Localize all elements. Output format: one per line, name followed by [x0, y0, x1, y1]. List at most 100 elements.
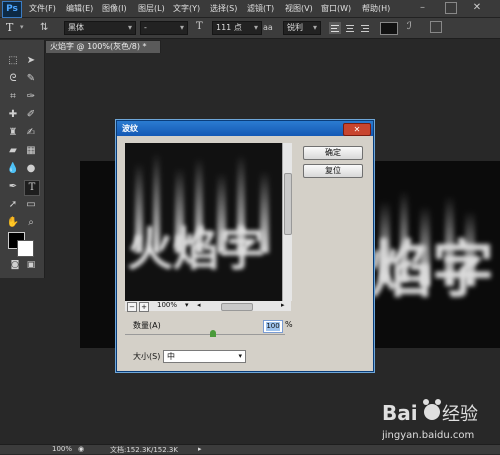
hand-tool-icon[interactable]: ✋ — [6, 216, 20, 230]
lasso-tool-icon[interactable]: ᘓ — [6, 72, 20, 86]
move-tool-icon[interactable]: ➤ — [24, 54, 38, 68]
chevron-down-icon: ▾ — [179, 23, 184, 32]
menu-filter[interactable]: 滤镜(T) — [247, 3, 274, 14]
svg-text:Bai: Bai — [382, 401, 418, 425]
preview-text: 火焰字 — [127, 222, 265, 276]
font-size-field[interactable]: 111 点 ▾ — [212, 21, 262, 35]
menu-layer[interactable]: 图层(L) — [138, 3, 165, 14]
app-logo: Ps — [2, 1, 22, 18]
zoom-value[interactable]: 100% — [157, 301, 177, 309]
gradient-tool-icon[interactable]: ▦ — [24, 144, 38, 158]
scroll-left-icon[interactable]: ◂ — [197, 301, 201, 309]
scrollbar-thumb[interactable] — [284, 173, 292, 235]
ok-button[interactable]: 确定 — [303, 146, 363, 160]
crop-tool-icon[interactable]: ⌗ — [6, 90, 20, 104]
chevron-down-icon[interactable]: ▾ — [185, 301, 189, 309]
menu-edit[interactable]: 编辑(E) — [66, 3, 93, 14]
ripple-dialog: 波纹 ✕ 火焰字 − + 100% ▾ ◂ ▸ 确定 复位 数量(A) 100 … — [116, 120, 374, 372]
eraser-tool-icon[interactable]: ▰ — [6, 144, 20, 158]
antialias-select[interactable]: 锐利 ▾ — [283, 21, 321, 35]
menu-help[interactable]: 帮助(H) — [362, 3, 390, 14]
text-tool-icon[interactable]: T — [6, 21, 13, 34]
marquee-tool-icon[interactable]: ⬚ — [6, 54, 20, 68]
dodge-tool-icon[interactable]: ● — [24, 162, 38, 176]
status-info-icon[interactable]: ◉ — [78, 445, 84, 453]
amount-slider-thumb[interactable] — [210, 330, 216, 337]
background-color-swatch[interactable] — [17, 240, 34, 257]
orientation-icon[interactable]: ⇅ — [40, 22, 48, 33]
menu-type[interactable]: 文字(Y) — [173, 3, 200, 14]
stamp-tool-icon[interactable]: ♜ — [6, 126, 20, 140]
canvas-text: 焰字 — [370, 233, 494, 306]
preview-vertical-scrollbar[interactable] — [282, 143, 292, 301]
status-zoom[interactable]: 100% — [52, 445, 72, 453]
font-style-value: - — [144, 23, 147, 32]
font-family-value: 黑体 — [68, 23, 84, 32]
healing-tool-icon[interactable]: ✚ — [6, 108, 20, 122]
font-style-select[interactable]: - ▾ — [140, 21, 188, 35]
horizontal-scroll-thumb[interactable] — [221, 303, 253, 311]
amount-label: 数量(A) — [133, 321, 161, 330]
menu-bar: Ps 文件(F) 编辑(E) 图像(I) 图层(L) 文字(Y) 选择(S) 滤… — [0, 0, 500, 18]
svg-text:经验: 经验 — [442, 404, 478, 425]
dialog-title: 波纹 — [122, 124, 138, 133]
maximize-icon[interactable] — [445, 2, 457, 14]
text-color-swatch[interactable] — [380, 22, 398, 35]
dialog-close-button[interactable]: ✕ — [343, 123, 371, 136]
zoom-out-button[interactable]: − — [127, 302, 137, 312]
font-size-icon: T — [196, 21, 203, 32]
path-select-tool-icon[interactable]: ➚ — [6, 198, 20, 212]
scroll-right-icon[interactable]: ▸ — [281, 301, 285, 309]
status-menu-arrow-icon[interactable]: ▸ — [198, 445, 202, 453]
options-bar: T ▾ ⇅ 黑体 ▾ - ▾ T 111 点 ▾ aa 锐利 ▾ ℐ — [0, 18, 500, 39]
close-icon: ✕ — [353, 125, 361, 134]
chevron-down-icon[interactable]: ▾ — [20, 23, 24, 31]
size-value: 中 — [167, 352, 175, 361]
zoom-tool-icon[interactable]: ⌕ — [24, 216, 38, 230]
type-tool-icon[interactable]: T — [24, 180, 40, 196]
dialog-titlebar[interactable]: 波纹 — [117, 121, 373, 136]
amount-slider[interactable] — [125, 334, 285, 335]
minimize-icon[interactable]: – — [420, 2, 432, 14]
chevron-down-icon: ▾ — [127, 23, 132, 32]
chevron-down-icon: ▾ — [253, 23, 258, 32]
brush-tool-icon[interactable]: ✐ — [24, 108, 38, 122]
chevron-down-icon: ▾ — [312, 23, 317, 32]
history-brush-tool-icon[interactable]: ✍ — [24, 126, 38, 140]
align-right-icon[interactable] — [359, 22, 371, 34]
amount-input[interactable]: 100 — [263, 320, 283, 333]
shape-tool-icon[interactable]: ▭ — [24, 198, 38, 212]
quick-mask-icon[interactable]: ◙ — [8, 258, 22, 272]
menu-select[interactable]: 选择(S) — [210, 3, 237, 14]
pen-tool-icon[interactable]: ✒ — [6, 180, 20, 194]
size-select[interactable]: 中 ▾ — [163, 350, 246, 363]
eyedropper-tool-icon[interactable]: ✑ — [24, 90, 38, 104]
warp-text-icon[interactable]: ℐ — [407, 21, 412, 32]
align-left-icon[interactable] — [329, 22, 341, 34]
font-size-value: 111 点 — [216, 23, 242, 32]
quick-select-tool-icon[interactable]: ✎ — [24, 72, 38, 86]
menu-file[interactable]: 文件(F) — [29, 3, 56, 14]
blur-tool-icon[interactable]: 💧 — [6, 162, 20, 176]
baidu-watermark: Bai 经验 jingyan.baidu.com — [381, 394, 494, 444]
svg-text:jingyan.baidu.com: jingyan.baidu.com — [382, 430, 474, 441]
amount-unit: % — [285, 320, 293, 329]
filter-preview[interactable]: 火焰字 — [125, 143, 282, 301]
preview-artwork: 火焰字 — [127, 153, 269, 276]
align-center-icon[interactable] — [344, 22, 356, 34]
document-tab[interactable]: 火焰字 @ 100%(灰色/8) * — [45, 40, 161, 54]
reset-button[interactable]: 复位 — [303, 164, 363, 178]
amount-value: 100 — [266, 322, 280, 331]
screen-mode-icon[interactable]: ▣ — [24, 258, 38, 272]
menu-image[interactable]: 图像(I) — [102, 3, 127, 14]
zoom-in-button[interactable]: + — [139, 302, 149, 312]
baidu-logo: Bai 经验 jingyan.baidu.com — [381, 399, 478, 441]
size-label: 大小(S) — [133, 352, 161, 361]
font-family-select[interactable]: 黑体 ▾ — [64, 21, 136, 35]
chevron-down-icon: ▾ — [238, 352, 242, 360]
panels-icon[interactable] — [430, 21, 442, 33]
close-icon[interactable]: ✕ — [470, 1, 484, 15]
menu-view[interactable]: 视图(V) — [285, 3, 313, 14]
menu-window[interactable]: 窗口(W) — [321, 3, 351, 14]
preview-zoom-bar: − + 100% ▾ ◂ ▸ — [125, 301, 291, 312]
